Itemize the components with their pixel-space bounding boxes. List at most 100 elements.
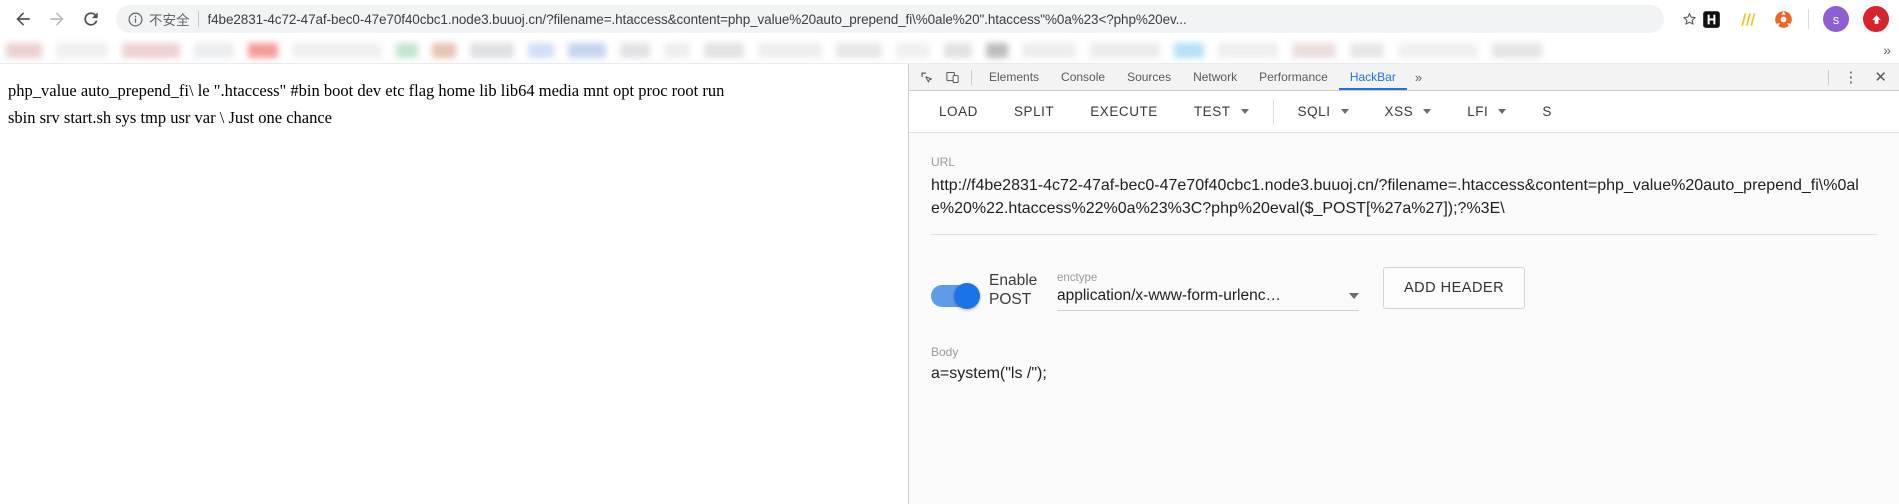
- tab-sources[interactable]: Sources: [1116, 64, 1182, 90]
- bookmark-item[interactable]: [664, 43, 690, 58]
- hackbar-extension-icon[interactable]: [1700, 8, 1722, 30]
- body-field[interactable]: Body a=system("ls /");: [931, 345, 1877, 383]
- add-header-button[interactable]: ADD HEADER: [1383, 267, 1526, 310]
- load-button-label: LOAD: [939, 103, 978, 119]
- bookmark-item[interactable]: [292, 43, 382, 58]
- bookmark-item[interactable]: [620, 43, 650, 58]
- test-button[interactable]: TEST: [1176, 94, 1267, 130]
- bookmarks-bar: »: [0, 38, 1899, 64]
- reload-button[interactable]: [76, 4, 106, 34]
- info-circle-icon[interactable]: [126, 10, 144, 28]
- omnibox[interactable]: 不安全 f4be2831-4c72-47af-bec0-47e70f40cbc1…: [116, 5, 1664, 33]
- tab-hackbar[interactable]: HackBar: [1338, 64, 1407, 90]
- bookmark-item[interactable]: [122, 43, 180, 58]
- xss-button-label: XSS: [1384, 103, 1414, 119]
- tab-network[interactable]: Network: [1182, 64, 1248, 90]
- browser-toolbar: 不安全 f4be2831-4c72-47af-bec0-47e70f40cbc1…: [0, 0, 1899, 38]
- page-output-line-1: php_value auto_prepend_fi\ le ".htaccess…: [8, 81, 725, 100]
- split-button[interactable]: SPLIT: [996, 94, 1072, 130]
- extension-icons: s: [1700, 6, 1891, 32]
- tab-performance[interactable]: Performance: [1248, 64, 1339, 90]
- url-field-value[interactable]: http://f4be2831-4c72-47af-bec0-47e70f40c…: [931, 175, 1877, 220]
- url-text[interactable]: f4be2831-4c72-47af-bec0-47e70f40cbc1.nod…: [208, 12, 1655, 27]
- profile-avatar[interactable]: s: [1823, 6, 1849, 32]
- bookmark-item[interactable]: [194, 43, 234, 58]
- bookmark-item[interactable]: [896, 43, 930, 58]
- inspect-element-icon[interactable]: [913, 66, 939, 88]
- tab-elements[interactable]: Elements: [978, 64, 1050, 90]
- bookmark-item[interactable]: [944, 43, 972, 58]
- bookmarks-overflow-chevron[interactable]: »: [1883, 42, 1891, 58]
- enctype-value: application/x-www-form-urlenc…: [1057, 287, 1281, 305]
- kebab-menu-icon[interactable]: ⋮: [1835, 70, 1866, 85]
- omnibox-divider: [197, 11, 199, 27]
- bookmark-item[interactable]: [6, 43, 42, 58]
- devtools-panel: Elements Console Sources Network Perform…: [908, 64, 1899, 504]
- wappalyzer-extension-icon[interactable]: [1736, 8, 1758, 30]
- body-field-value[interactable]: a=system("ls /");: [931, 365, 1877, 383]
- split-button-label: SPLIT: [1013, 103, 1055, 119]
- bookmark-item[interactable]: [1492, 43, 1542, 58]
- bookmark-item[interactable]: [1350, 43, 1384, 58]
- update-arrow-icon[interactable]: [1863, 6, 1889, 32]
- xss-button[interactable]: XSS: [1367, 94, 1450, 130]
- toggle-device-toolbar-icon[interactable]: [939, 66, 965, 88]
- url-field[interactable]: URL http://f4be2831-4c72-47af-bec0-47e70…: [931, 155, 1877, 236]
- bookmark-item[interactable]: [56, 43, 108, 58]
- sqli-button[interactable]: SQLI: [1280, 94, 1367, 130]
- bookmark-item[interactable]: [248, 43, 278, 58]
- bookmark-item[interactable]: [1090, 43, 1160, 58]
- ssrf-button[interactable]: S: [1524, 94, 1570, 130]
- chevron-down-icon: [1349, 293, 1359, 300]
- forward-button[interactable]: [42, 4, 72, 34]
- tab-console[interactable]: Console: [1050, 64, 1116, 90]
- post-options-row: Enable POST enctype application/x-www-fo…: [931, 267, 1877, 312]
- bookmark-item[interactable]: [1218, 43, 1278, 58]
- bookmark-item[interactable]: [704, 43, 744, 58]
- proxy-switchy-extension-icon[interactable]: [1772, 8, 1794, 30]
- execute-button-label: EXECUTE: [1090, 103, 1158, 119]
- bookmark-item[interactable]: [1174, 43, 1204, 58]
- bookmark-item[interactable]: [1022, 43, 1076, 58]
- bookmark-item[interactable]: [1292, 43, 1336, 58]
- load-button[interactable]: LOAD: [921, 94, 996, 130]
- bookmark-item[interactable]: [528, 43, 554, 58]
- chevron-down-icon: [1423, 109, 1432, 114]
- ssrf-button-label: S: [1542, 103, 1552, 119]
- enctype-label: enctype: [1057, 272, 1098, 285]
- back-button[interactable]: [8, 4, 38, 34]
- bookmark-item[interactable]: [470, 43, 514, 58]
- enable-post-toggle[interactable]: [931, 283, 980, 310]
- enctype-select-control[interactable]: application/x-www-form-urlenc…: [1057, 287, 1359, 312]
- devtools-tabbar: Elements Console Sources Network Perform…: [909, 64, 1899, 91]
- execute-button[interactable]: EXECUTE: [1072, 94, 1176, 130]
- hackbar-body: URL http://f4be2831-4c72-47af-bec0-47e70…: [909, 133, 1899, 504]
- more-tabs-chevron[interactable]: »: [1407, 70, 1430, 85]
- bookmark-item[interactable]: [986, 43, 1008, 58]
- lfi-button[interactable]: LFI: [1449, 94, 1524, 130]
- close-icon[interactable]: ✕: [1866, 70, 1895, 85]
- chevron-down-icon: [1498, 109, 1507, 114]
- bookmark-item[interactable]: [758, 43, 822, 58]
- enctype-select[interactable]: enctype application/x-www-form-urlenc…: [1057, 272, 1359, 312]
- bookmark-item[interactable]: [432, 43, 456, 58]
- sqli-button-label: SQLI: [1297, 103, 1331, 119]
- hackbar-action-divider: [1272, 98, 1274, 125]
- star-icon: [1682, 12, 1696, 25]
- page-content-area: php_value auto_prepend_fi\ le ".htaccess…: [0, 64, 908, 504]
- bookmark-item[interactable]: [836, 43, 882, 58]
- forward-arrow-icon: [50, 12, 64, 26]
- bookmark-item[interactable]: [396, 43, 418, 58]
- reload-icon: [84, 12, 98, 26]
- devtools-divider-right: [1828, 69, 1830, 85]
- chevron-down-icon: [1340, 109, 1349, 114]
- bookmark-item[interactable]: [1398, 43, 1478, 58]
- devtools-tabbar-right: ⋮ ✕: [1822, 69, 1895, 85]
- bookmark-star-button[interactable]: [1678, 8, 1700, 30]
- bookmark-item[interactable]: [568, 43, 606, 58]
- enable-post-label: Enable POST: [989, 272, 1038, 308]
- body-field-label: Body: [931, 345, 959, 360]
- hackbar-action-bar: LOAD SPLIT EXECUTE TEST SQLI XSS LFI S: [909, 91, 1899, 133]
- lfi-button-label: LFI: [1467, 103, 1489, 119]
- back-arrow-icon: [16, 12, 30, 26]
